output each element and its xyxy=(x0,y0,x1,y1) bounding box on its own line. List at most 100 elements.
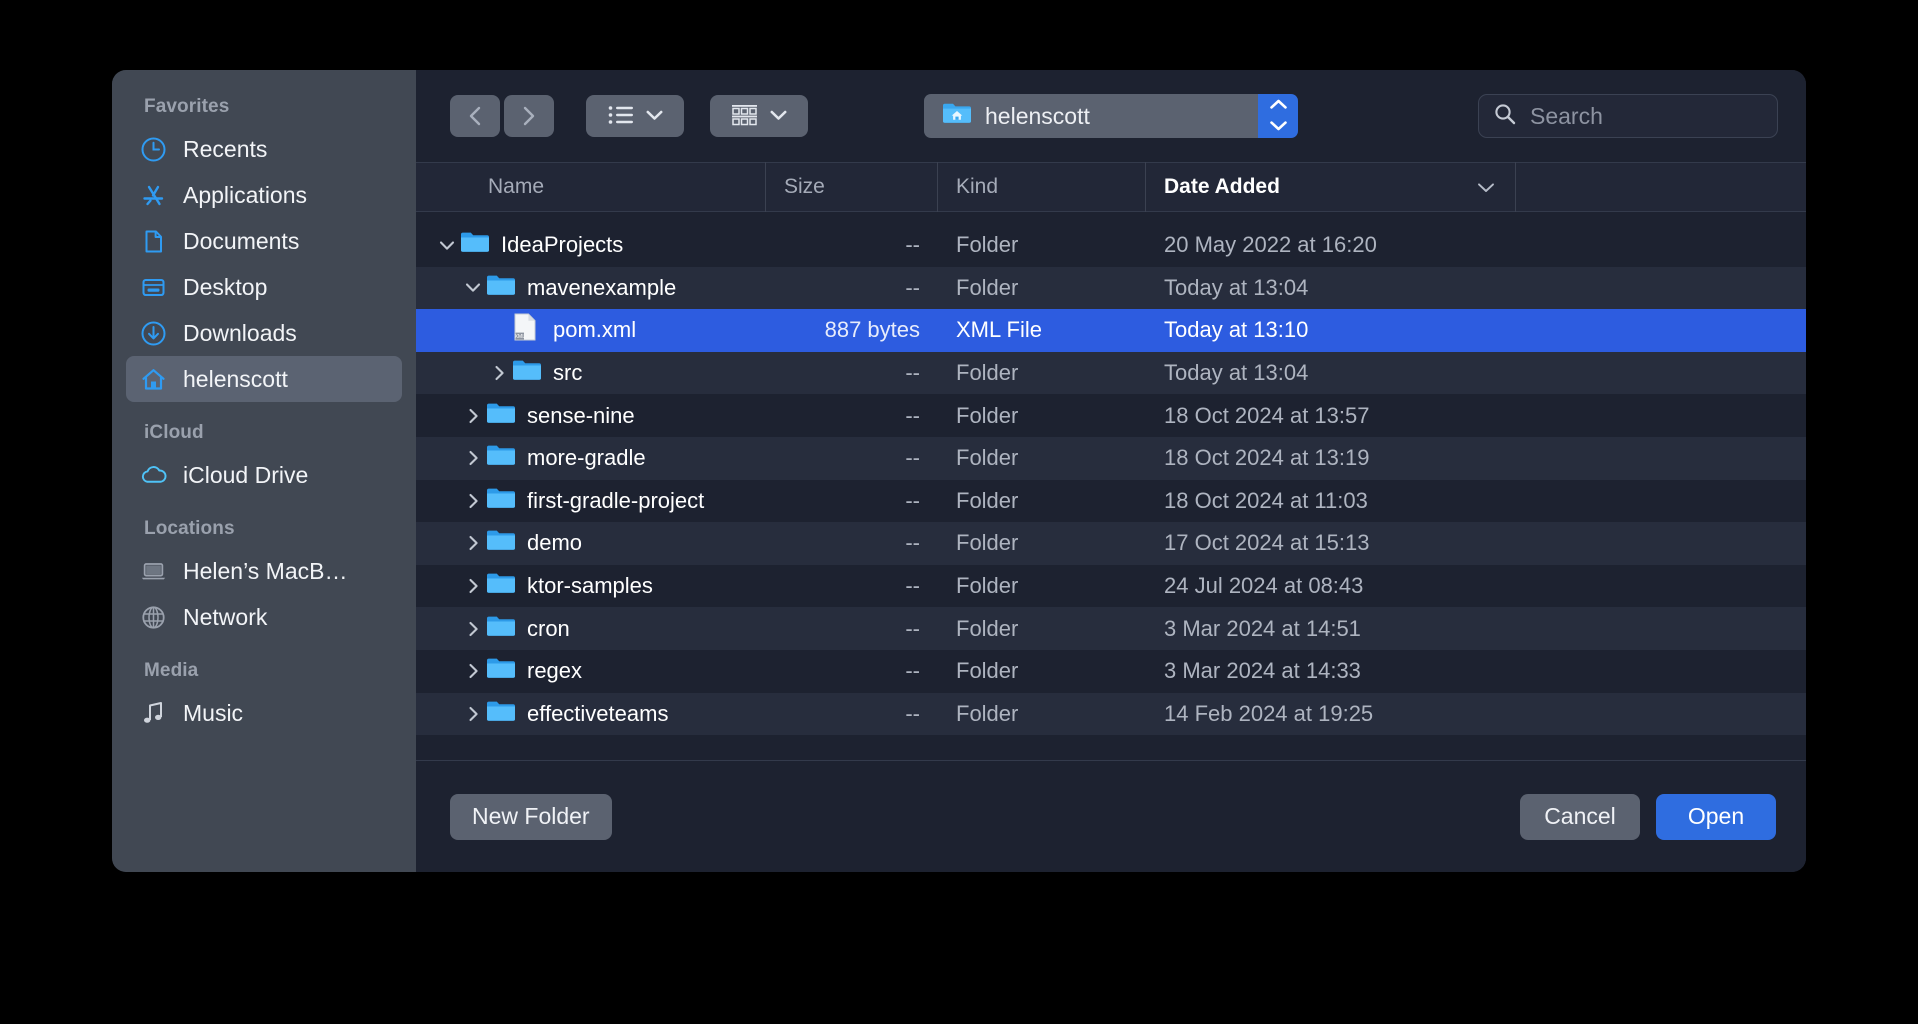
disclosure-closed-icon[interactable] xyxy=(486,365,512,381)
applications-icon xyxy=(140,182,167,209)
disclosure-closed-icon[interactable] xyxy=(460,663,486,679)
cell-kind: Folder xyxy=(938,403,1146,429)
sidebar-item-music[interactable]: Music xyxy=(126,690,402,736)
xml-file-icon: XML xyxy=(512,312,542,348)
disclosure-closed-icon[interactable] xyxy=(460,450,486,466)
table-row[interactable]: sense-nine --Folder18 Oct 2024 at 13:57 xyxy=(416,394,1806,437)
disclosure-closed-icon[interactable] xyxy=(460,621,486,637)
sidebar-group-locations: LocationsHelen’s MacB…Network xyxy=(112,518,416,640)
chevron-up-icon xyxy=(1269,97,1288,115)
cell-date-added: Today at 13:04 xyxy=(1146,275,1806,301)
cell-date-added: 18 Oct 2024 at 13:57 xyxy=(1146,403,1806,429)
file-list[interactable]: IdeaProjects--Folder20 May 2022 at 16:20… xyxy=(416,212,1806,760)
cell-name: src xyxy=(416,358,766,388)
table-row[interactable]: first-gradle-project--Folder18 Oct 2024 … xyxy=(416,480,1806,523)
screen: Favorites Recents Applications DocumentsDes… xyxy=(0,0,1918,1024)
sidebar-item-label: Downloads xyxy=(183,322,297,345)
sidebar-item-label: Applications xyxy=(183,184,307,207)
open-button[interactable]: Open xyxy=(1656,794,1776,840)
cell-name: sense-nine xyxy=(416,401,766,431)
document-icon xyxy=(140,228,167,255)
folder-icon xyxy=(486,443,516,473)
table-row[interactable]: demo--Folder17 Oct 2024 at 15:13 xyxy=(416,522,1806,565)
cloud-icon xyxy=(140,462,167,489)
sidebar-item-helen-s-macb[interactable]: Helen’s MacB… xyxy=(126,548,402,594)
cell-kind: Folder xyxy=(938,573,1146,599)
table-row[interactable]: regex--Folder3 Mar 2024 at 14:33 xyxy=(416,650,1806,693)
download-icon xyxy=(140,320,167,347)
cell-name: regex xyxy=(416,656,766,686)
disclosure-closed-icon[interactable] xyxy=(460,493,486,509)
table-row[interactable]: IdeaProjects--Folder20 May 2022 at 16:20 xyxy=(416,224,1806,267)
sidebar-item-label: Music xyxy=(183,702,243,725)
table-row[interactable]: ktor-samples--Folder24 Jul 2024 at 08:43 xyxy=(416,565,1806,608)
table-row[interactable]: src--FolderToday at 13:04 xyxy=(416,352,1806,395)
table-row[interactable]: mavenexample--FolderToday at 13:04 xyxy=(416,267,1806,310)
cell-name: IdeaProjects xyxy=(416,230,766,260)
folder-icon xyxy=(486,401,516,431)
path-field[interactable]: helenscott xyxy=(924,94,1258,138)
cell-date-added: 18 Oct 2024 at 13:19 xyxy=(1146,445,1806,471)
path-stepper[interactable] xyxy=(1258,94,1298,138)
sidebar-item-icloud-drive[interactable]: iCloud Drive xyxy=(126,452,402,498)
back-button[interactable] xyxy=(450,95,500,137)
list-view-button[interactable] xyxy=(586,95,684,137)
disclosure-open-icon[interactable] xyxy=(434,240,460,251)
chevron-down-icon xyxy=(646,109,663,124)
file-name-label: demo xyxy=(527,530,582,556)
laptop-icon xyxy=(140,558,167,585)
sidebar-item-recents[interactable]: Recents xyxy=(126,126,402,172)
navigation-buttons xyxy=(450,95,554,137)
search-icon xyxy=(1493,102,1517,131)
column-header-name[interactable]: Name xyxy=(416,162,766,212)
disclosure-closed-icon[interactable] xyxy=(460,578,486,594)
column-header-kind[interactable]: Kind xyxy=(938,162,1146,212)
file-open-dialog: Favorites Recents Applications DocumentsDes… xyxy=(112,70,1806,872)
file-name-label: pom.xml xyxy=(553,317,636,343)
table-row[interactable]: cron--Folder3 Mar 2024 at 14:51 xyxy=(416,607,1806,650)
sidebar-group-icloud: iCloudiCloud Drive xyxy=(112,422,416,498)
column-header-date-added[interactable]: Date Added xyxy=(1146,162,1516,212)
cell-size: 887 bytes xyxy=(766,317,938,343)
file-name-label: sense-nine xyxy=(527,403,635,429)
file-name-label: regex xyxy=(527,658,582,684)
column-header-row: Name Size Kind Date Added xyxy=(416,162,1806,212)
sidebar-item-label: Helen’s MacB… xyxy=(183,560,347,583)
icon-view-button[interactable] xyxy=(710,95,808,137)
sidebar-item-downloads[interactable]: Downloads xyxy=(126,310,402,356)
table-row[interactable]: effectiveteams--Folder14 Feb 2024 at 19:… xyxy=(416,693,1806,736)
path-popup-button[interactable]: helenscott xyxy=(924,94,1298,138)
cell-size: -- xyxy=(766,445,938,471)
sidebar-item-desktop[interactable]: Desktop xyxy=(126,264,402,310)
disclosure-closed-icon[interactable] xyxy=(460,706,486,722)
grid-view-icon xyxy=(731,104,758,129)
new-folder-button[interactable]: New Folder xyxy=(450,794,612,840)
cell-size: -- xyxy=(766,488,938,514)
sidebar-group-title: Favorites xyxy=(112,96,416,118)
table-row[interactable]: more-gradle--Folder18 Oct 2024 at 13:19 xyxy=(416,437,1806,480)
column-header-size[interactable]: Size xyxy=(766,162,938,212)
cell-size: -- xyxy=(766,403,938,429)
disclosure-closed-icon[interactable] xyxy=(460,408,486,424)
disclosure-closed-icon[interactable] xyxy=(460,535,486,551)
cancel-button[interactable]: Cancel xyxy=(1520,794,1640,840)
dialog-footer: New Folder Cancel Open xyxy=(416,760,1806,872)
cell-kind: Folder xyxy=(938,488,1146,514)
sidebar-item-label: Network xyxy=(183,606,267,629)
disclosure-open-icon[interactable] xyxy=(460,282,486,293)
sidebar-item-documents[interactable]: Documents xyxy=(126,218,402,264)
search-field[interactable]: Search xyxy=(1478,94,1778,138)
forward-button[interactable] xyxy=(504,95,554,137)
sidebar-item-helenscott[interactable]: helenscott xyxy=(126,356,402,402)
sidebar-item-network[interactable]: Network xyxy=(126,594,402,640)
chevron-left-icon xyxy=(465,105,485,127)
chevron-down-icon xyxy=(770,109,787,124)
folder-icon xyxy=(486,656,516,686)
table-row[interactable]: XMLpom.xml887 bytesXML FileToday at 13:1… xyxy=(416,309,1806,352)
column-header-spacer xyxy=(1516,162,1806,212)
file-name-label: effectiveteams xyxy=(527,701,668,727)
cell-size: -- xyxy=(766,616,938,642)
sidebar-item-applications[interactable]: Applications xyxy=(126,172,402,218)
toolbar: helenscott xyxy=(416,70,1806,162)
main-pane: helenscott xyxy=(416,70,1806,872)
